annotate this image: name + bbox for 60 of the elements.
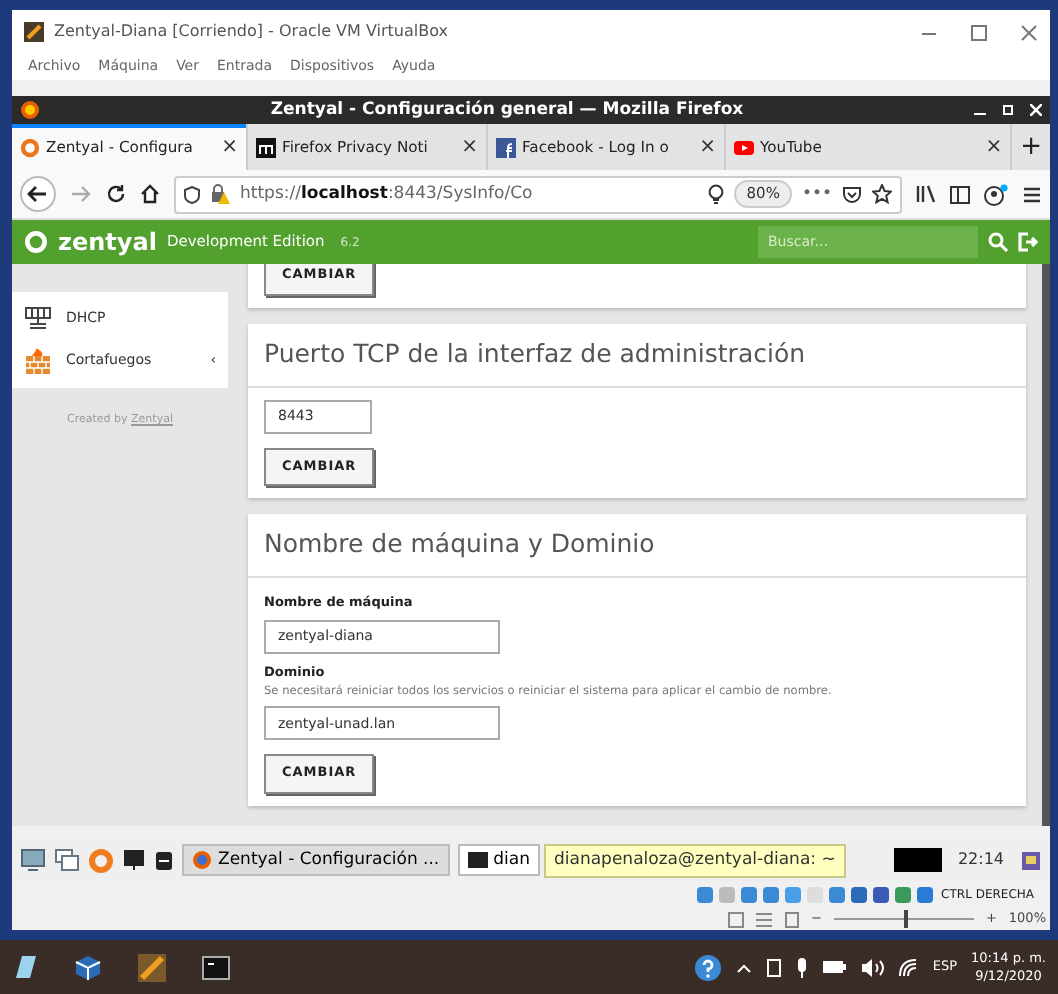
firefox-icon	[192, 850, 212, 870]
chevron-up-icon[interactable]	[736, 961, 753, 973]
restore-icon[interactable]	[1002, 104, 1014, 116]
home-icon[interactable]	[140, 184, 160, 204]
page-icon[interactable]	[783, 911, 799, 927]
pocket-icon[interactable]	[842, 185, 862, 203]
notepad-icon[interactable]	[12, 953, 38, 981]
window-title: Zentyal - Configuración general — Mozilla Firefox	[268, 97, 746, 123]
back-icon[interactable]	[20, 176, 56, 212]
cube-icon[interactable]	[74, 953, 102, 981]
windows-icon[interactable]	[54, 848, 80, 872]
terminal-icon[interactable]	[202, 955, 230, 979]
slider-thumb[interactable]	[903, 910, 908, 928]
microphone-icon[interactable]	[796, 957, 809, 977]
facebook-logo-icon	[496, 137, 516, 157]
zentyal-logo-icon	[20, 137, 40, 157]
layout-icon[interactable]	[727, 911, 743, 927]
logout-icon[interactable]	[1018, 232, 1038, 252]
drive-icon[interactable]	[154, 849, 174, 871]
brick-wall-icon	[24, 348, 52, 374]
taskbar-button[interactable]: Zentyal - Configuración ...	[182, 843, 450, 877]
clock-text: 22:14	[957, 848, 1004, 872]
desktop-icon[interactable]	[20, 848, 46, 872]
account-icon[interactable]	[984, 183, 1008, 205]
more-actions-button[interactable]: •••	[801, 181, 832, 207]
shield-icon	[184, 185, 200, 203]
virtualbox-icon	[24, 22, 44, 42]
help-icon[interactable]	[694, 953, 723, 981]
close-tab-button[interactable]: ×	[461, 132, 478, 162]
taskbar-button[interactable]: dian	[457, 843, 540, 877]
brand-name: zentyal	[58, 230, 157, 254]
device-icon[interactable]	[766, 957, 783, 977]
wifi-icon[interactable]	[898, 957, 919, 977]
battery-icon[interactable]	[822, 960, 847, 974]
window-title: Zentyal-Diana [Corriendo] - Oracle VM VirtualBox	[54, 20, 448, 44]
close-tab-button[interactable]: ×	[221, 132, 238, 162]
lightbulb-icon	[708, 184, 725, 204]
new-tab-button[interactable]: +	[1012, 124, 1050, 170]
close-tab-button[interactable]: ×	[985, 132, 1003, 162]
search-icon[interactable]	[988, 232, 1008, 252]
library-icon[interactable]	[916, 184, 936, 204]
zentyal-logo-icon	[24, 230, 48, 254]
firefox-icon	[20, 100, 40, 120]
reload-icon[interactable]	[106, 184, 126, 204]
virtualbox-icon[interactable]	[138, 953, 166, 981]
sidebar-icon[interactable]	[950, 185, 970, 203]
list-icon[interactable]	[755, 911, 771, 927]
volume-icon[interactable]	[860, 957, 885, 977]
star-icon[interactable]	[872, 184, 892, 204]
warning-lock-icon	[210, 184, 230, 204]
m-logo-icon	[256, 137, 276, 157]
panel-title: Puerto TCP de la interfaz de administración	[248, 323, 1026, 387]
tooltip: dianapenaloza@zentyal-diana: ~	[544, 844, 846, 878]
terminal-icon	[467, 850, 488, 870]
monitor-icon[interactable]	[122, 848, 146, 872]
menu-icon[interactable]	[1022, 185, 1042, 203]
close-tab-button[interactable]: ×	[699, 132, 716, 162]
maximize-icon[interactable]	[970, 23, 988, 41]
panel-title: Nombre de máquina y Dominio	[248, 514, 1026, 578]
play-logo-icon	[734, 137, 754, 157]
